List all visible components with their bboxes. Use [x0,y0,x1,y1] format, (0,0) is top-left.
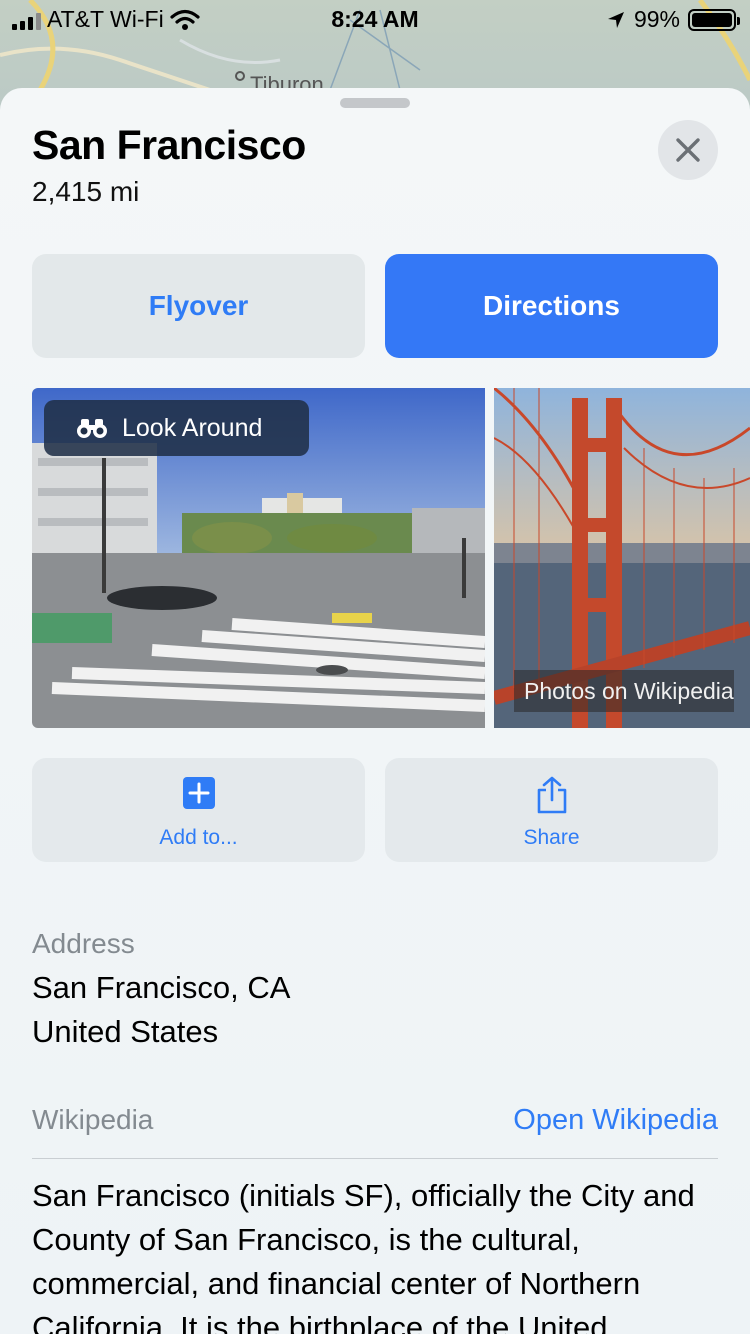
battery-percent: 99% [633,6,680,32]
place-card-sheet[interactable]: San Francisco 2,415 mi Flyover Direction… [0,88,750,1334]
place-distance: 2,415 mi [32,176,140,207]
wikipedia-heading: Wikipedia [32,1104,154,1135]
place-title: San Francisco [32,122,306,168]
directions-button[interactable]: Directions [385,254,718,358]
share-icon [537,776,566,814]
look-around-preview[interactable]: Look Around [32,388,485,728]
wikipedia-summary: San Francisco (initials SF), officially … [32,1178,695,1334]
location-arrow-icon [607,11,624,28]
address-line-2[interactable]: United States [32,1014,218,1050]
binoculars-icon [77,419,107,438]
close-button[interactable] [658,120,718,180]
share-label: Share [523,826,580,849]
address-heading: Address [32,928,135,959]
sheet-grabber[interactable] [340,98,410,108]
share-button[interactable]: Share [385,758,718,862]
status-bar: AT&T Wi-Fi 8:24 AM 99% [0,0,750,40]
add-to-label: Add to... [159,826,238,849]
plus-square-icon [182,777,215,809]
open-wikipedia-link[interactable]: Open Wikipedia [513,1104,718,1137]
battery-icon [688,8,740,31]
status-right: 99% [606,6,740,33]
look-around-button[interactable]: Look Around [44,400,309,456]
wikipedia-photo[interactable]: Photos on Wikipedia [494,388,750,728]
divider [32,1158,718,1159]
photos-on-wikipedia-label: Photos on Wikipedia [514,670,734,712]
add-to-button[interactable]: Add to... [32,758,365,862]
address-line-1[interactable]: San Francisco, CA [32,970,290,1006]
look-around-label: Look Around [122,413,263,442]
close-icon [676,138,700,162]
battery-fill [692,12,732,27]
flyover-button[interactable]: Flyover [32,254,365,358]
